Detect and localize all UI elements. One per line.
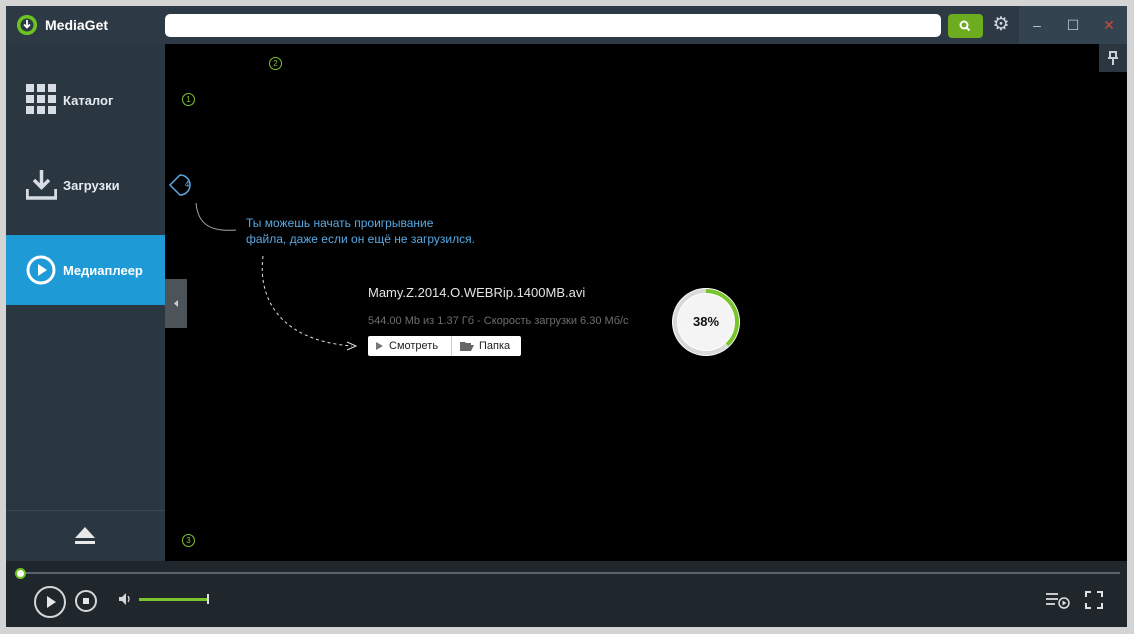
mediaget-logo-icon [17,15,37,35]
play-icon [47,596,56,608]
search-icon [959,20,971,32]
tour-step-3-marker[interactable]: 3 [182,534,195,547]
stop-icon [83,598,89,604]
tour-hint-text: Ты можешь начать проигрывание файла, даж… [246,215,475,247]
sidebar-item-downloads[interactable]: Загрузки [6,150,165,220]
settings-gear-icon[interactable]: ⚙ [991,15,1011,35]
tour-step-1-marker[interactable]: 1 [182,93,195,106]
folder-icon [460,342,474,351]
close-button[interactable]: ✕ [1091,6,1127,44]
play-circle-icon [26,255,56,285]
fullscreen-icon[interactable] [1085,591,1103,609]
sidebar-item-catalog[interactable]: Каталог [6,65,165,135]
watch-label: Смотреть [389,340,439,352]
search-input[interactable] [165,14,941,37]
eject-icon[interactable] [74,526,96,546]
tour-annotation-arrows [168,174,358,351]
sidebar-item-label: Медиаплеер [63,263,143,278]
stop-button[interactable] [75,590,97,612]
hint-dashed-arrow [261,255,353,347]
sidebar-divider [6,510,165,511]
progress-percent: 38% [692,314,720,329]
download-filename: Mamy.Z.2014.O.WEBRip.1400MB.avi [368,285,586,300]
seek-bar[interactable] [20,572,1120,574]
sidebar-item-mediaplayer[interactable]: Медиаплеер [6,235,165,305]
volume-icon[interactable] [118,592,134,606]
sidebar-item-label: Каталог [63,93,114,108]
tour-hint-line: Ты можешь начать проигрывание [246,216,434,230]
volume-slider[interactable] [139,598,207,601]
play-button[interactable] [34,586,66,618]
seek-handle[interactable] [15,568,26,579]
tour-step-2-marker[interactable]: 2 [269,57,282,70]
minimize-button[interactable]: – [1019,6,1055,44]
download-actions: Смотреть Папка [368,336,521,356]
hint-connector-line [195,202,237,231]
download-icon [26,170,57,200]
sidebar-item-label: Загрузки [63,178,120,193]
window-controls: – ☐ ✕ [1019,6,1127,44]
app-title: MediaGet [45,17,109,33]
grid-icon [26,84,56,114]
playlist-icon[interactable] [1045,591,1071,609]
tour-hint-line: файла, даже если он ещё не загрузился. [246,232,475,246]
download-info: 544.00 Mb из 1.37 Гб - Скорость загрузки… [368,315,629,327]
download-progress-ring: 38% [671,287,741,357]
sidebar: Каталог Загрузки Медиаплеер [6,44,165,561]
folder-label: Папка [479,340,511,352]
volume-handle[interactable] [207,594,209,604]
pin-icon[interactable] [1099,44,1127,72]
title-bar: MediaGet ⚙ – ☐ ✕ [6,6,1127,44]
player-controls-bar [6,561,1127,627]
watch-button[interactable]: Смотреть [368,336,451,356]
search-button[interactable] [948,14,983,38]
play-icon [376,342,383,350]
maximize-button[interactable]: ☐ [1055,6,1091,44]
folder-button[interactable]: Папка [452,336,521,356]
tour-step-4-marker[interactable]: 4 [181,179,193,191]
